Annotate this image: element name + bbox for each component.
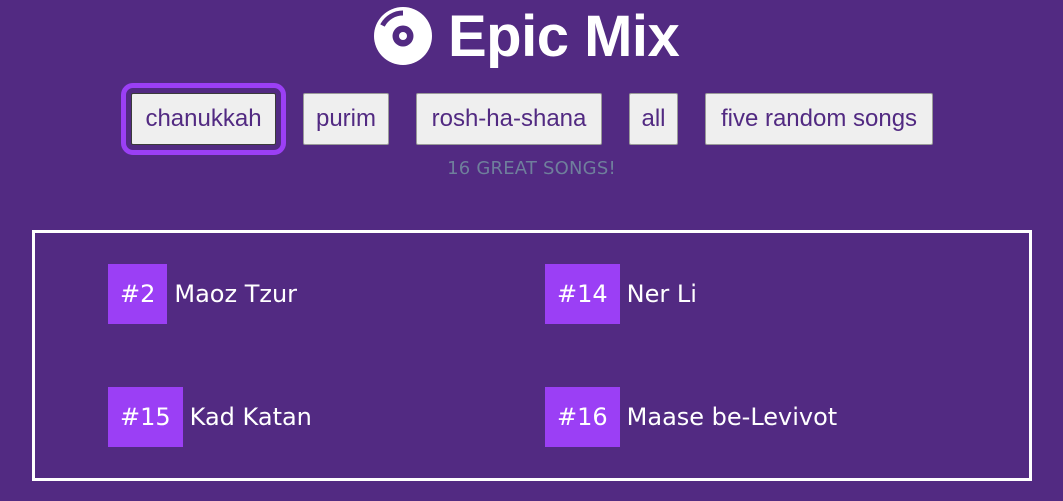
song-item: #16 Maase be-Levivot — [545, 387, 837, 447]
song-number-badge: #2 — [108, 264, 168, 324]
filter-button-all[interactable]: all — [629, 93, 678, 145]
song-title: Maoz Tzur — [174, 280, 298, 308]
song-number-badge: #14 — [545, 264, 620, 324]
page-header: Epic Mix — [0, 0, 1063, 75]
song-item: #2 Maoz Tzur — [108, 264, 297, 324]
filter-button-five-random-songs[interactable]: five random songs — [705, 93, 933, 145]
song-number-badge: #15 — [108, 387, 183, 447]
song-title: Kad Katan — [189, 403, 312, 431]
filter-button-chanukkah[interactable]: chanukkah — [121, 83, 286, 155]
song-list-panel: #2 Maoz Tzur #14 Ner Li #15 Kad Katan #1… — [32, 230, 1032, 481]
song-item: #14 Ner Li — [545, 264, 697, 324]
song-item: #15 Kad Katan — [108, 387, 312, 447]
song-number-badge: #16 — [545, 387, 620, 447]
filter-button-purim[interactable]: purim — [303, 93, 389, 145]
song-title: Ner Li — [626, 280, 697, 308]
page-title: Epic Mix — [448, 4, 680, 69]
song-count-label: 16 GREAT SONGS! — [447, 158, 616, 179]
filter-button-rosh-ha-shana[interactable]: rosh-ha-shana — [416, 93, 602, 145]
song-title: Maase be-Levivot — [626, 403, 838, 431]
vinyl-disc-icon — [374, 7, 432, 65]
